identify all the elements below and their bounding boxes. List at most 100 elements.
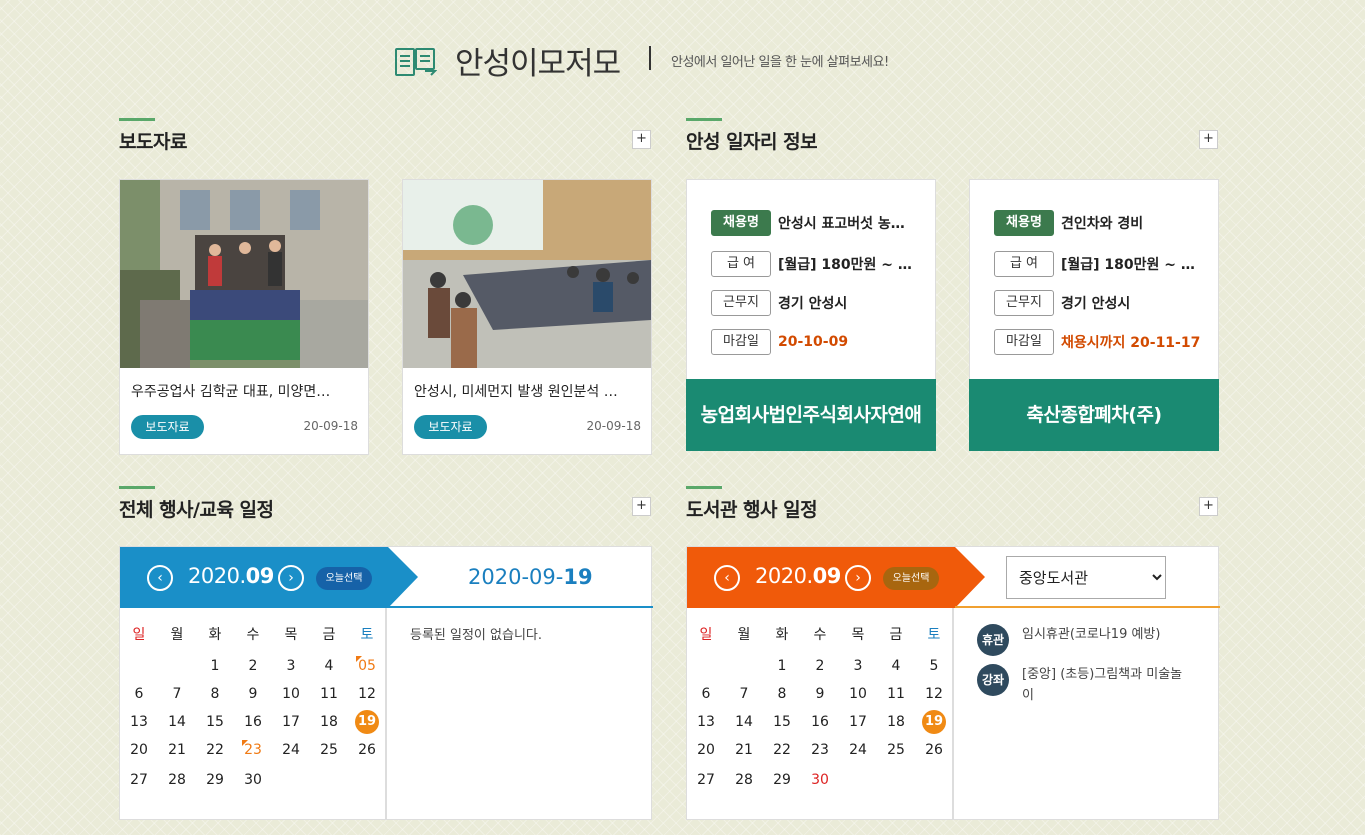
calendar-day[interactable]: 16 — [234, 710, 272, 734]
press-date: 20-09-18 — [303, 419, 358, 433]
calendar-day[interactable]: 25 — [877, 738, 915, 762]
press-photo — [120, 180, 368, 368]
job-card[interactable]: 채용명 견인차와 경비 급 여 [월급] 180만원 ~ … 근무지 경기 안성시 마… — [969, 179, 1219, 451]
job-company[interactable]: 농업회사법인주식회사자연애 — [686, 379, 936, 451]
calendar-day[interactable]: 23 — [801, 738, 839, 762]
calendar-day[interactable]: 4 — [310, 654, 348, 678]
next-month-icon[interactable]: › — [845, 565, 871, 591]
calendar-header: ‹ 2020.09 › 오늘선택 — [687, 547, 987, 608]
library-more-button[interactable]: + — [1199, 497, 1218, 516]
today-button[interactable]: 오늘선택 — [883, 567, 939, 590]
calendar-day[interactable]: 11 — [877, 682, 915, 706]
weekday-label: 금 — [322, 627, 336, 643]
next-month-icon[interactable]: › — [278, 565, 304, 591]
calendar-day[interactable]: 10 — [839, 682, 877, 706]
press-section-title: 보도자료 — [119, 131, 187, 153]
prev-month-icon[interactable]: ‹ — [714, 565, 740, 591]
weekday-label: 수 — [813, 627, 827, 643]
calendar-day[interactable]: 14 — [725, 710, 763, 734]
press-card[interactable]: 우주공업사 김학균 대표, 미양면… 보도자료 20-09-18 — [119, 179, 369, 455]
calendar-day[interactable]: 10 — [272, 682, 310, 706]
calendar-day[interactable]: 9 — [234, 682, 272, 706]
press-title[interactable]: 우주공업사 김학균 대표, 미양면… — [131, 381, 357, 401]
calendar-day[interactable]: 22 — [196, 738, 234, 762]
calendar-day[interactable]: 21 — [725, 738, 763, 762]
calendar-day[interactable]: 13 — [120, 710, 158, 734]
calendar-day-selected[interactable]: 19 — [922, 710, 946, 734]
calendar-day[interactable]: 18 — [877, 710, 915, 734]
calendar-month: 2020.09 — [188, 564, 274, 588]
calendar-day[interactable]: 6 — [120, 682, 158, 706]
calendar-day[interactable]: 15 — [763, 710, 801, 734]
today-button[interactable]: 오늘선택 — [316, 567, 372, 590]
job-label-salary: 급 여 — [711, 251, 771, 277]
calendar-day[interactable]: 2 — [801, 654, 839, 678]
calendar-day[interactable]: 8 — [763, 682, 801, 706]
calendar-day[interactable]: 30 — [234, 768, 272, 792]
title-divider — [649, 46, 651, 70]
calendar-day[interactable]: 1 — [763, 654, 801, 678]
calendar-day[interactable]: 14 — [158, 710, 196, 734]
job-deadline: 20-10-09 — [778, 334, 849, 350]
calendar-day[interactable]: 7 — [158, 682, 196, 706]
calendar-day[interactable]: 11 — [310, 682, 348, 706]
calendar-day[interactable]: 7 — [725, 682, 763, 706]
calendar-day[interactable]: 28 — [158, 768, 196, 792]
weekday-label: 수 — [246, 627, 260, 643]
calendar-day[interactable]: 20 — [120, 738, 158, 762]
weekday-label: 월 — [170, 627, 184, 643]
weekday-label: 일 — [132, 627, 146, 643]
job-label-location: 근무지 — [994, 290, 1054, 316]
calendar-day[interactable]: 27 — [687, 768, 725, 792]
calendar-day[interactable]: 20 — [687, 738, 725, 762]
calendar-day[interactable]: 1 — [196, 654, 234, 678]
calendar-day[interactable]: 8 — [196, 682, 234, 706]
calendar-day[interactable]: 28 — [725, 768, 763, 792]
calendar-day[interactable]: 26 — [348, 738, 386, 762]
calendar-day[interactable]: 9 — [801, 682, 839, 706]
library-event[interactable]: 강좌 [중앙] (초등)그림책과 미술놀이 — [977, 664, 1192, 706]
calendar-day[interactable]: 17 — [839, 710, 877, 734]
calendar-day[interactable]: 6 — [687, 682, 725, 706]
calendar-day[interactable]: 3 — [272, 654, 310, 678]
calendar-day[interactable]: 17 — [272, 710, 310, 734]
section-accent-line — [119, 486, 155, 489]
press-more-button[interactable]: + — [632, 130, 651, 149]
weekday-label: 월 — [737, 627, 751, 643]
calendar-day[interactable]: 4 — [877, 654, 915, 678]
library-select[interactable]: 중앙도서관 — [1006, 556, 1166, 599]
calendar-day[interactable]: 24 — [272, 738, 310, 762]
calendar-day[interactable]: 27 — [120, 768, 158, 792]
calendar-day[interactable]: 5 — [915, 654, 953, 678]
weekday-label: 일 — [699, 627, 713, 643]
calendar-day[interactable]: 21 — [158, 738, 196, 762]
calendar-day[interactable]: 13 — [687, 710, 725, 734]
library-event[interactable]: 휴관 임시휴관(코로나19 예방) — [977, 624, 1192, 656]
event-badge: 휴관 — [977, 624, 1009, 656]
press-card[interactable]: 안성시, 미세먼지 발생 원인분석 … 보도자료 20-09-18 — [402, 179, 652, 455]
job-card[interactable]: 채용명 안성시 표고버섯 농… 급 여 [월급] 180만원 ~ … 근무지 경기 안… — [686, 179, 936, 451]
calendar-day[interactable]: 05 — [348, 654, 386, 678]
calendar-day[interactable]: 16 — [801, 710, 839, 734]
calendar-day[interactable]: 22 — [763, 738, 801, 762]
calendar-day[interactable]: 26 — [915, 738, 953, 762]
calendar-day[interactable]: 2 — [234, 654, 272, 678]
jobs-more-button[interactable]: + — [1199, 130, 1218, 149]
job-company[interactable]: 축산종합폐차(주) — [969, 379, 1219, 451]
calendar-day[interactable]: 12 — [348, 682, 386, 706]
calendar-day[interactable]: 29 — [196, 768, 234, 792]
calendar-day[interactable]: 30 — [801, 768, 839, 792]
calendar-day[interactable]: 23 — [234, 738, 272, 762]
calendar-day[interactable]: 18 — [310, 710, 348, 734]
calendar-day[interactable]: 24 — [839, 738, 877, 762]
calendar-day[interactable]: 3 — [839, 654, 877, 678]
calendar-day[interactable]: 12 — [915, 682, 953, 706]
calendar-day[interactable]: 25 — [310, 738, 348, 762]
events-calendar: ‹ 2020.09 › 오늘선택 2020-09-19 일월화수목금토12340… — [119, 546, 653, 820]
calendar-day-selected[interactable]: 19 — [355, 710, 379, 734]
calendar-day[interactable]: 29 — [763, 768, 801, 792]
prev-month-icon[interactable]: ‹ — [147, 565, 173, 591]
calendar-day[interactable]: 15 — [196, 710, 234, 734]
press-title[interactable]: 안성시, 미세먼지 발생 원인분석 … — [414, 381, 640, 401]
events-more-button[interactable]: + — [632, 497, 651, 516]
